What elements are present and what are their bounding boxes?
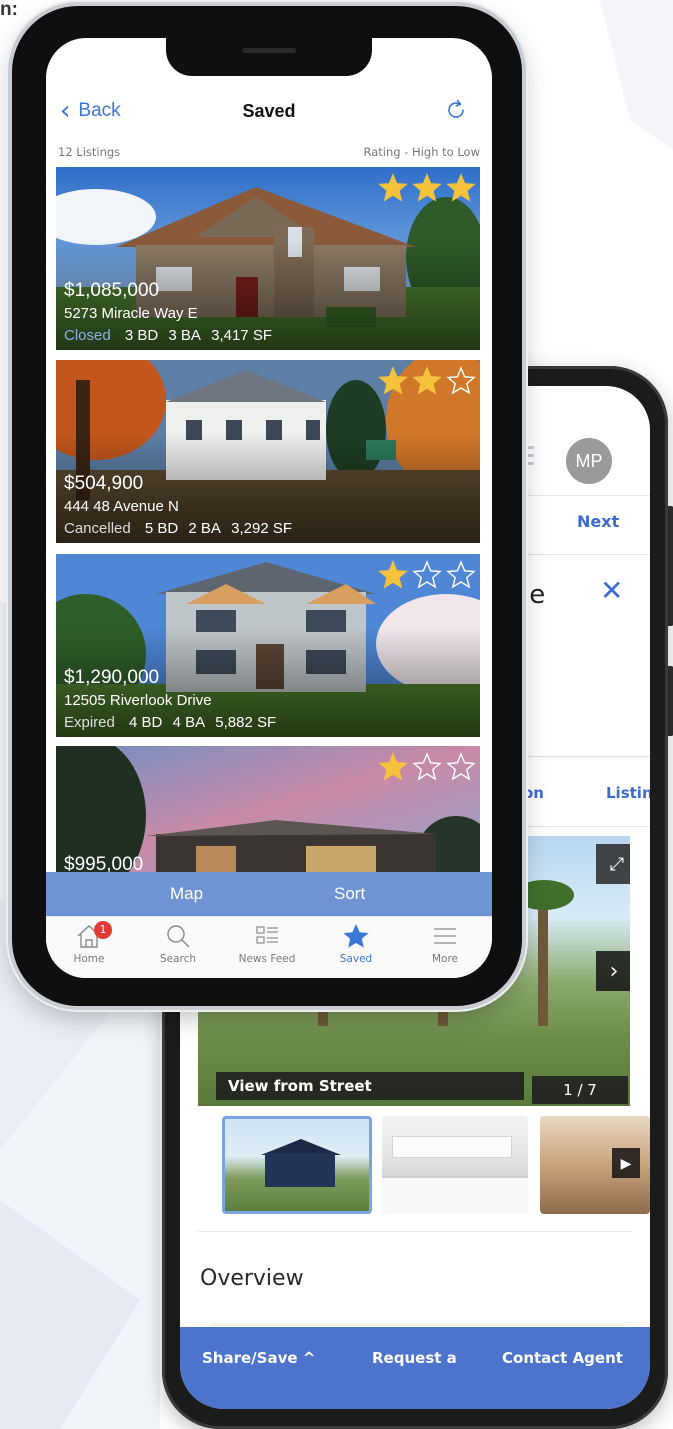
listing-count: 12 Listings <box>58 145 121 159</box>
listing-sqft: 3,417 SF <box>211 327 272 344</box>
listing-details: Cancelled 5 BD 2 BA 3,292 SF <box>64 520 298 537</box>
listing-status: Closed <box>64 327 111 344</box>
listing-price: $504,900 <box>64 473 144 494</box>
listing-card[interactable]: $1,085,000 5273 Miracle Way E Closed 3 B… <box>56 167 480 350</box>
star-outline-icon[interactable] <box>446 366 476 396</box>
detail-tab[interactable]: on <box>523 784 544 802</box>
thumbnail-strip: ▶ <box>198 1116 650 1216</box>
star-icon <box>343 924 369 948</box>
news-feed-icon <box>256 926 278 944</box>
tab-label: Home <box>73 953 105 965</box>
star-outline-icon[interactable] <box>412 560 442 590</box>
notch <box>166 38 372 76</box>
listing-card[interactable]: $504,900 444 48 Avenue N Cancelled 5 BD … <box>56 360 480 543</box>
close-icon[interactable]: ✕ <box>600 574 623 607</box>
map-button[interactable]: Map <box>170 884 203 904</box>
photo-counter: 1 / 7 <box>532 1076 628 1104</box>
listing-sqft: 5,882 SF <box>215 714 277 731</box>
tab-label: Saved <box>339 953 373 965</box>
front-phone: ‹ Back Saved 12 Listings Rating - High t… <box>12 6 522 1006</box>
notification-badge: 1 <box>94 921 112 939</box>
listing-details: Closed 3 BD 3 BA 3,417 SF <box>64 327 278 344</box>
thumbnail[interactable] <box>382 1116 528 1214</box>
listing-card[interactable]: $1,290,000 12505 Riverlook Drive Expired… <box>56 554 480 737</box>
menu-icon <box>434 928 456 944</box>
star-outline-icon[interactable] <box>412 752 442 782</box>
tab-home[interactable]: 1 Home <box>46 921 134 965</box>
chevron-right-icon[interactable]: › <box>596 951 630 991</box>
listing-price: $1,290,000 <box>64 667 160 688</box>
listing-price: $995,000 <box>64 854 144 872</box>
list-meta: 12 Listings Rating - High to Low <box>58 145 480 161</box>
star-filled-icon[interactable] <box>412 366 442 396</box>
next-button[interactable]: Next <box>577 512 619 531</box>
tab-news-feed[interactable]: News Feed <box>222 923 312 965</box>
listing-address: 12505 Riverlook Drive <box>64 692 212 709</box>
listing-beds: 5 BD <box>144 520 179 537</box>
tab-label: More <box>431 953 459 965</box>
saved-listings-screen: ‹ Back Saved 12 Listings Rating - High t… <box>46 38 492 978</box>
star-filled-icon[interactable] <box>446 173 476 203</box>
rating-stars[interactable] <box>378 173 476 203</box>
rating-stars[interactable] <box>378 366 476 396</box>
listing-address: 5273 Miracle Way E <box>64 305 198 322</box>
tab-label: Search <box>159 953 197 965</box>
tab-more[interactable]: More <box>400 923 490 965</box>
palm-fronds <box>514 880 574 910</box>
star-filled-icon[interactable] <box>378 366 408 396</box>
star-outline-icon[interactable] <box>446 752 476 782</box>
star-filled-icon[interactable] <box>378 752 408 782</box>
corner-text: n: <box>0 0 18 20</box>
detail-tab-listing[interactable]: Listin <box>606 784 650 802</box>
listing-status: Expired <box>64 714 115 731</box>
side-button <box>668 506 673 626</box>
request-button[interactable]: Request a <box>372 1349 457 1367</box>
side-button <box>668 666 673 736</box>
listing-card[interactable]: $995,000 <box>56 746 480 872</box>
search-icon <box>167 925 190 948</box>
star-filled-icon[interactable] <box>378 173 408 203</box>
listing-status: Cancelled <box>64 520 131 537</box>
contact-agent-button[interactable]: Contact Agent <box>502 1349 623 1367</box>
map-sort-bar: Map Sort <box>46 872 492 916</box>
play-icon[interactable]: ▶ <box>612 1148 640 1178</box>
rating-stars[interactable] <box>378 752 476 782</box>
refresh-icon[interactable] <box>444 98 468 122</box>
listing-beds: 3 BD <box>124 327 159 344</box>
thumbnail[interactable]: ▶ <box>540 1116 650 1214</box>
action-bar: Share/Save ^ Request a Contact Agent <box>180 1327 650 1409</box>
photo-caption: View from Street <box>216 1072 524 1100</box>
listing-beds: 4 BD <box>129 714 163 731</box>
listing-address: 444 48 Avenue N <box>64 498 179 515</box>
share-save-button[interactable]: Share/Save ^ <box>202 1349 315 1367</box>
listing-title: le <box>522 580 546 610</box>
sort-button[interactable]: Sort <box>334 884 365 904</box>
section-title-overview: Overview <box>200 1266 304 1291</box>
sort-order[interactable]: Rating - High to Low <box>364 145 480 159</box>
listing-baths: 2 BA <box>188 520 221 537</box>
listing-price: $1,085,000 <box>64 280 160 301</box>
tab-saved[interactable]: Saved <box>311 923 401 965</box>
listing-baths: 4 BA <box>172 714 206 731</box>
star-filled-icon[interactable] <box>378 560 408 590</box>
page-title: Saved <box>242 101 296 121</box>
thumbnail[interactable] <box>222 1116 372 1214</box>
expand-icon[interactable]: ⤢ <box>596 844 630 884</box>
listing-details: Expired 4 BD 4 BA 5,882 SF <box>64 714 282 731</box>
palm-tree <box>538 896 548 1026</box>
tab-label: News Feed <box>238 953 296 965</box>
divider <box>198 1231 632 1232</box>
rating-stars[interactable] <box>378 560 476 590</box>
tab-bar: 1 Home Search News Feed Saved More <box>46 916 492 978</box>
listing-baths: 3 BA <box>168 327 201 344</box>
star-outline-icon[interactable] <box>446 560 476 590</box>
star-filled-icon[interactable] <box>412 173 442 203</box>
tab-search[interactable]: Search <box>133 923 223 965</box>
avatar[interactable]: MP <box>566 438 612 484</box>
listing-sqft: 3,292 SF <box>231 520 292 537</box>
